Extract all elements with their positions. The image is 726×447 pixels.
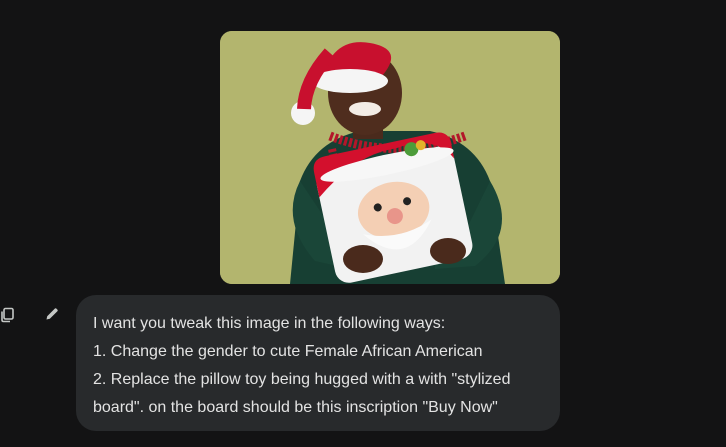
chat-stage: I want you tweak this image in the follo… bbox=[0, 0, 726, 447]
copy-icon[interactable] bbox=[0, 305, 17, 325]
message-line-3: 2. Replace the pillow toy being hugged w… bbox=[93, 371, 511, 388]
uploaded-image[interactable] bbox=[220, 31, 560, 284]
message-line-2: 1. Change the gender to cute Female Afri… bbox=[93, 343, 483, 360]
message-line-1: I want you tweak this image in the follo… bbox=[93, 315, 446, 332]
photo-illustration bbox=[220, 31, 560, 284]
pencil-icon[interactable] bbox=[42, 304, 62, 324]
message-line-4: board". on the board should be this insc… bbox=[93, 399, 498, 416]
user-message-bubble: I want you tweak this image in the follo… bbox=[76, 295, 560, 431]
